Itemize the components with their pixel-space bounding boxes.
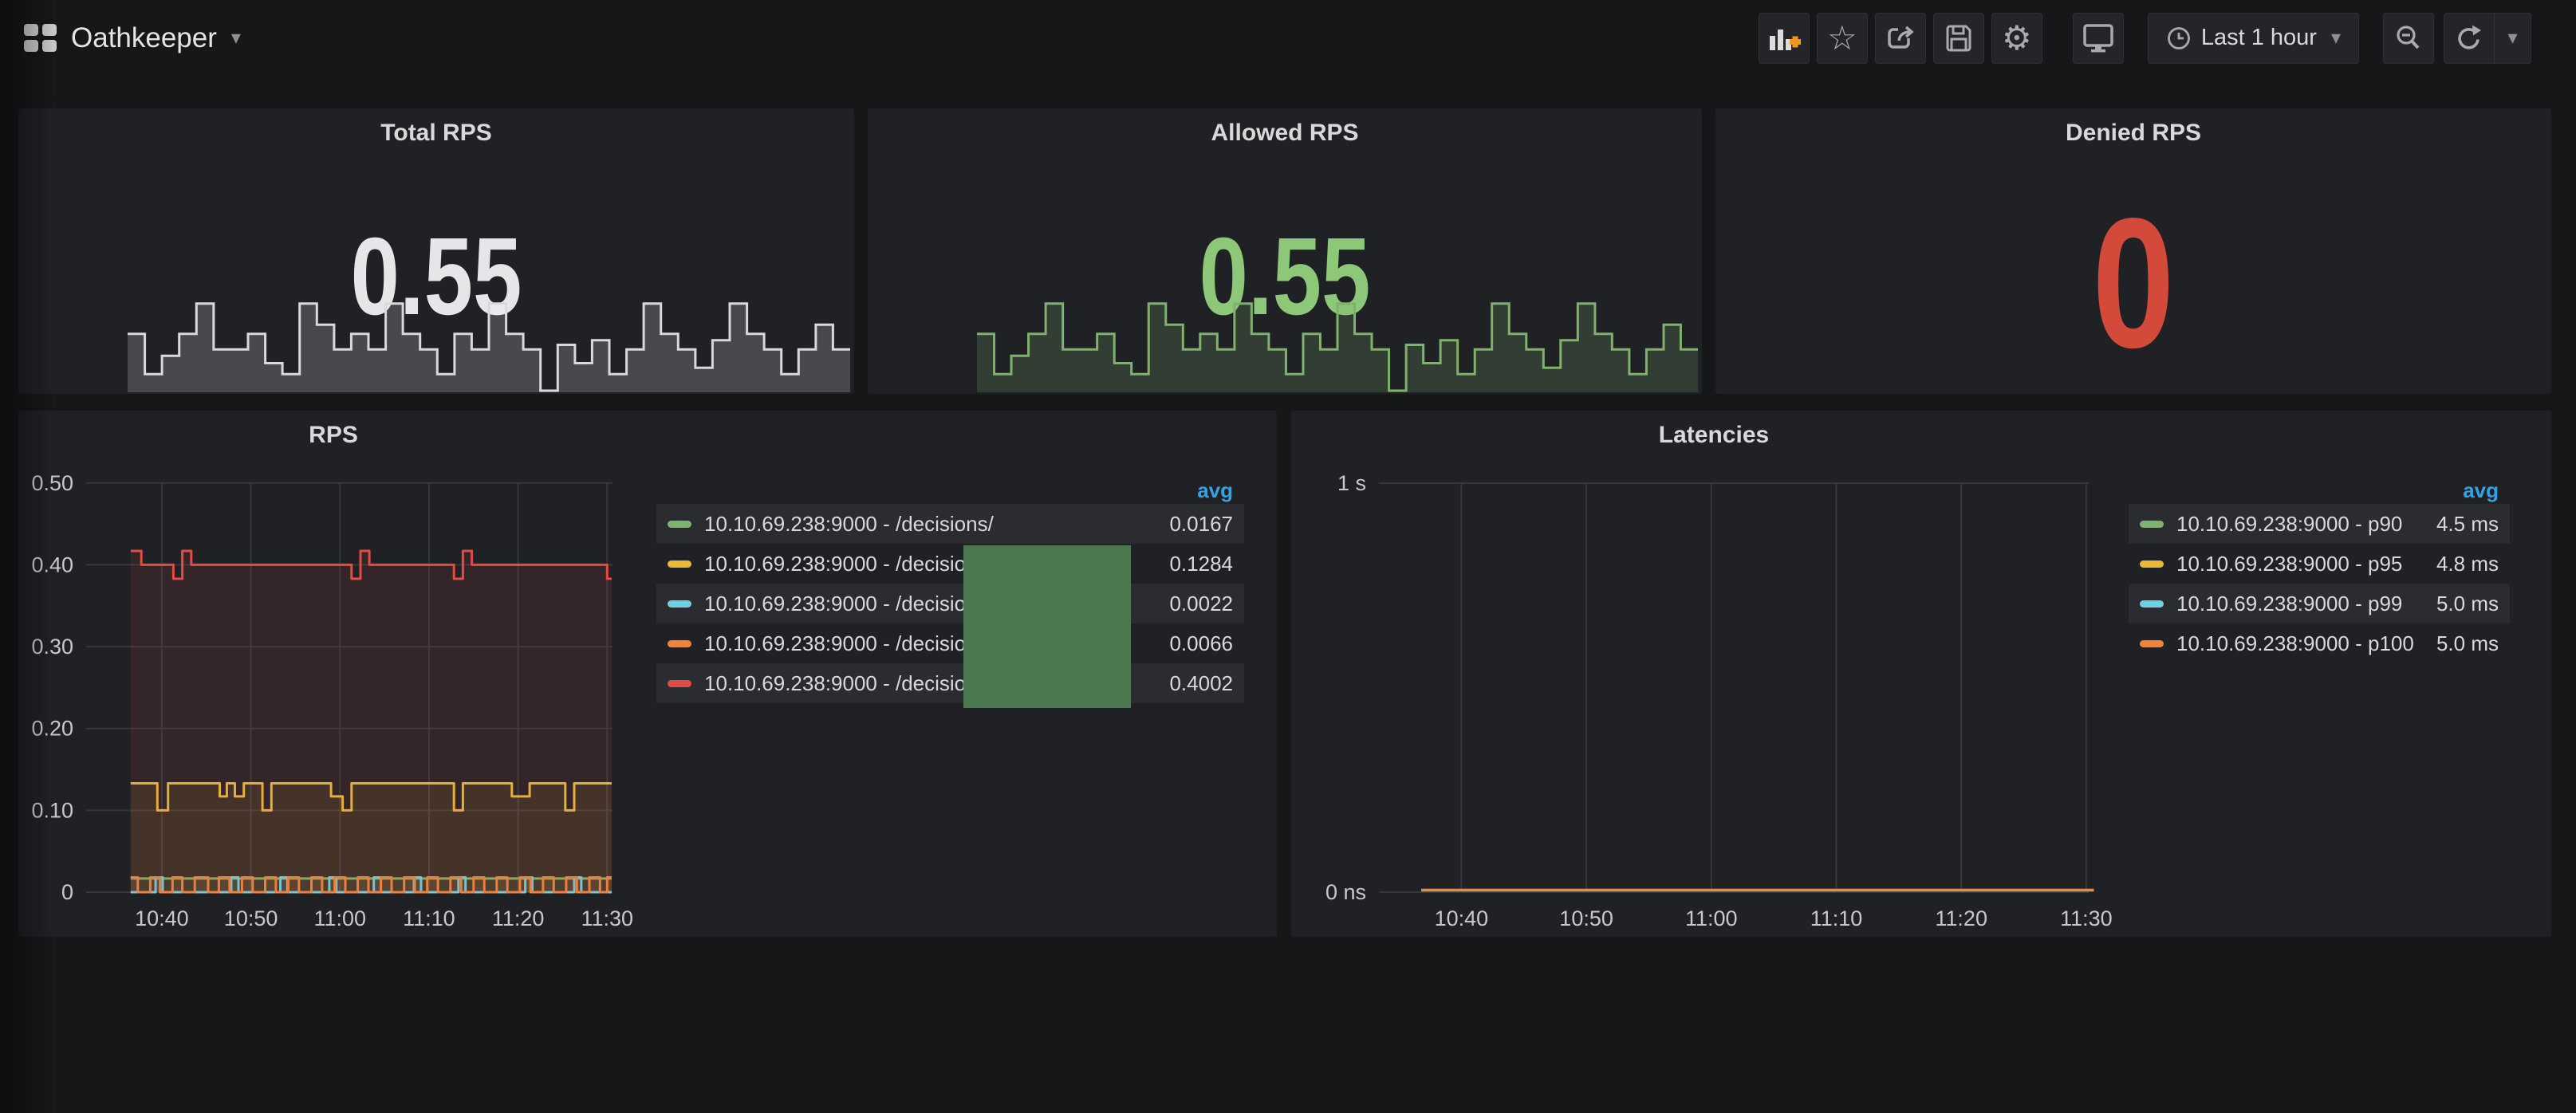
legend-series-swatch-icon[interactable] — [668, 640, 691, 647]
latencies-legend: avg 10.10.69.238:9000 - p904.5 ms10.10.6… — [2129, 478, 2510, 663]
panel-title-denied-rps[interactable]: Denied RPS — [1715, 120, 2551, 147]
svg-text:11:30: 11:30 — [2060, 907, 2113, 930]
add-panel-icon — [1767, 23, 1801, 53]
legend-row: 10.10.69.238:9000 - /decisions/0.0066 — [656, 623, 1244, 663]
chevron-down-icon[interactable]: ▾ — [231, 29, 241, 48]
panel-allowed-rps: Allowed RPS 0.55 — [868, 108, 1702, 394]
total-rps-sparkline — [128, 297, 850, 392]
star-button[interactable]: ☆ — [1817, 13, 1868, 64]
share-icon — [1885, 22, 1916, 54]
zoom-out-icon — [2393, 23, 2424, 53]
allowed-rps-sparkline — [977, 297, 1698, 392]
panel-title-allowed-rps[interactable]: Allowed RPS — [868, 120, 1702, 147]
refresh-interval-button[interactable]: ▾ — [2495, 13, 2531, 64]
legend-series-value: 0.0167 — [1169, 512, 1233, 537]
svg-text:0.30: 0.30 — [31, 635, 73, 659]
legend-series-swatch-icon[interactable] — [2140, 640, 2164, 647]
svg-text:11:00: 11:00 — [314, 907, 367, 930]
legend-avg-header[interactable]: avg — [2129, 478, 2510, 504]
legend-avg-header[interactable]: avg — [656, 478, 1244, 504]
star-icon: ☆ — [1827, 22, 1857, 55]
legend-row: 10.10.69.238:9000 - /decisions/0.4002 — [656, 663, 1244, 703]
refresh-caret-icon: ▾ — [2507, 29, 2517, 48]
save-button[interactable] — [1933, 13, 1984, 64]
dashboard-title[interactable]: Oathkeeper — [71, 22, 217, 54]
legend-series-swatch-icon[interactable] — [2140, 600, 2164, 608]
svg-text:0: 0 — [61, 880, 73, 904]
legend-series-name[interactable]: 10.10.69.238:9000 - p90 — [2176, 512, 2436, 537]
legend-series-swatch-icon[interactable] — [668, 680, 691, 687]
svg-text:0 ns: 0 ns — [1325, 880, 1366, 904]
legend-row: 10.10.69.238:9000 - p954.8 ms — [2129, 544, 2510, 584]
green-overlay-artifact — [963, 545, 1131, 708]
legend-series-name[interactable]: 10.10.69.238:9000 - p100 — [2176, 631, 2436, 656]
denied-rps-value: 0 — [1799, 191, 2468, 376]
svg-text:11:20: 11:20 — [492, 907, 545, 930]
legend-series-swatch-icon[interactable] — [668, 521, 691, 528]
svg-text:0.40: 0.40 — [31, 553, 73, 576]
tv-mode-button[interactable] — [2073, 13, 2124, 64]
save-icon — [1944, 23, 1974, 53]
legend-series-value: 0.0066 — [1169, 631, 1233, 656]
legend-row: 10.10.69.238:9000 - /decisions/0.0022 — [656, 584, 1244, 623]
panel-latencies: Latencies 10:4010:5011:0011:1011:2011:30… — [1291, 411, 2551, 937]
svg-text:11:10: 11:10 — [403, 907, 455, 930]
clock-icon — [2166, 26, 2192, 51]
settings-button[interactable]: ⚙ — [1991, 13, 2042, 64]
share-button[interactable] — [1875, 13, 1926, 64]
legend-series-swatch-icon[interactable] — [668, 600, 691, 608]
svg-text:0.50: 0.50 — [31, 471, 73, 495]
svg-text:11:10: 11:10 — [1810, 907, 1863, 930]
time-range-label: Last 1 hour — [2201, 25, 2317, 51]
tv-mode-icon — [2082, 22, 2115, 54]
dashboard-grid-icon[interactable] — [24, 24, 57, 52]
svg-text:11:20: 11:20 — [1935, 907, 1987, 930]
legend-series-swatch-icon[interactable] — [2140, 521, 2164, 528]
legend-series-name[interactable]: 10.10.69.238:9000 - p95 — [2176, 552, 2436, 576]
legend-series-value: 0.1284 — [1169, 552, 1233, 576]
legend-series-name[interactable]: 10.10.69.238:9000 - p99 — [2176, 592, 2436, 616]
legend-series-value: 5.0 ms — [2436, 592, 2499, 616]
svg-text:10:50: 10:50 — [1559, 907, 1613, 930]
svg-text:11:00: 11:00 — [1685, 907, 1738, 930]
legend-series-value: 4.8 ms — [2436, 552, 2499, 576]
legend-series-name[interactable]: 10.10.69.238:9000 - /decisions/ — [704, 512, 1169, 537]
refresh-button[interactable] — [2444, 13, 2495, 64]
panel-rps: RPS 10:4010:5011:0011:1011:2011:300.500.… — [18, 411, 1277, 937]
zoom-out-button[interactable] — [2383, 13, 2434, 64]
legend-row: 10.10.69.238:9000 - /decisions/0.1284 — [656, 544, 1244, 584]
panel-total-rps: Total RPS 0.55 — [18, 108, 854, 394]
legend-series-value: 5.0 ms — [2436, 631, 2499, 656]
time-range-button[interactable]: Last 1 hour ▾ — [2148, 13, 2359, 64]
panel-title-total-rps[interactable]: Total RPS — [18, 120, 854, 147]
gear-icon: ⚙ — [2002, 22, 2032, 55]
legend-series-swatch-icon[interactable] — [2140, 560, 2164, 568]
svg-text:0.10: 0.10 — [31, 798, 73, 822]
time-range-caret-icon: ▾ — [2331, 29, 2341, 48]
svg-text:1 s: 1 s — [1337, 471, 1366, 495]
legend-series-value: 0.0022 — [1169, 592, 1233, 616]
legend-row: 10.10.69.238:9000 - /decisions/0.0167 — [656, 504, 1244, 544]
svg-text:10:50: 10:50 — [224, 907, 278, 930]
svg-text:10:40: 10:40 — [135, 907, 189, 930]
legend-series-value: 0.4002 — [1169, 671, 1233, 696]
rps-chart-canvas[interactable]: 10:40 10:50 11:00 11:10 11:20 11:30 0.50 0.40 0.… — [18, 411, 648, 937]
svg-text:0.20: 0.20 — [31, 717, 73, 741]
rps-legend: avg 10.10.69.238:9000 - /decisions/0.016… — [656, 478, 1244, 703]
legend-row: 10.10.69.238:9000 - p995.0 ms — [2129, 584, 2510, 623]
add-panel-button[interactable] — [1759, 13, 1810, 64]
svg-text:10:40: 10:40 — [1435, 907, 1489, 930]
legend-series-value: 4.5 ms — [2436, 512, 2499, 537]
refresh-icon — [2454, 23, 2484, 53]
legend-series-swatch-icon[interactable] — [668, 560, 691, 568]
panel-denied-rps: Denied RPS 0 — [1715, 108, 2551, 394]
svg-text:11:30: 11:30 — [581, 907, 634, 930]
dashboard-header: Oathkeeper ▾ ☆ — [0, 0, 2576, 76]
legend-row: 10.10.69.238:9000 - p904.5 ms — [2129, 504, 2510, 544]
latencies-chart-canvas[interactable]: 10:40 10:50 11:00 11:10 11:20 11:30 1 s 0 ns — [1291, 411, 2137, 937]
legend-row: 10.10.69.238:9000 - p1005.0 ms — [2129, 623, 2510, 663]
